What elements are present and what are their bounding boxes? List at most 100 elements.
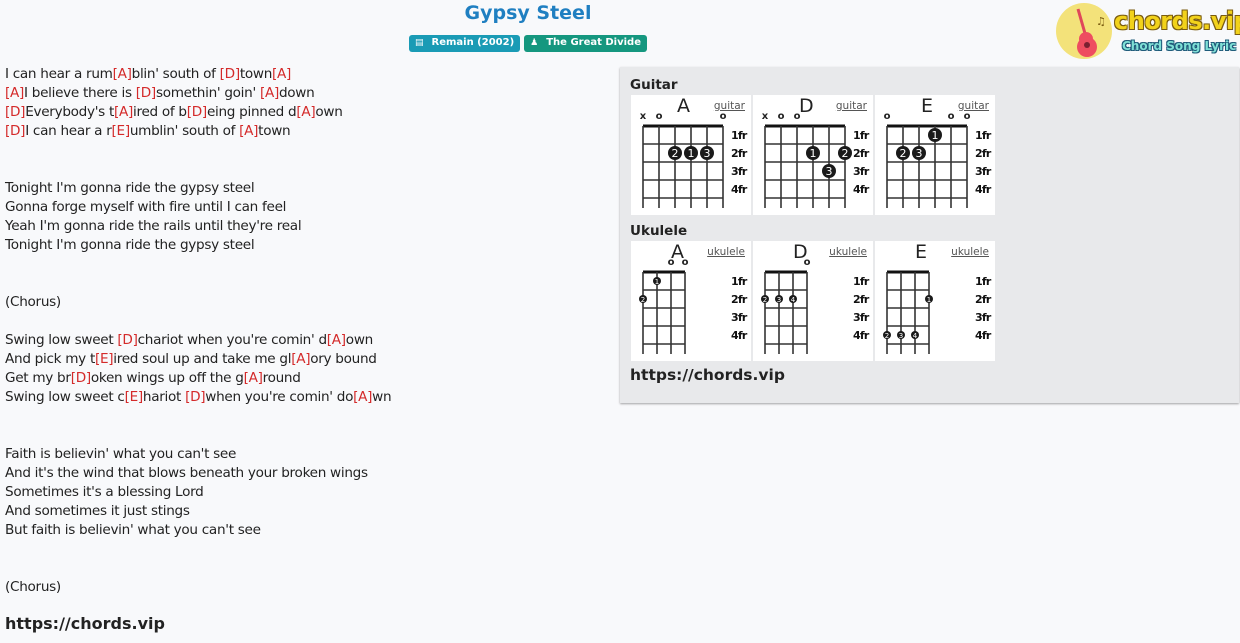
fret-label: 3fr <box>853 165 870 178</box>
footer-url[interactable]: https://chords.vip <box>5 614 165 633</box>
lyric-text: And pick my t <box>5 351 95 367</box>
fret-label: 3fr <box>853 311 870 324</box>
chord-marker[interactable]: [A] <box>291 351 310 367</box>
ukulele-chord-card-D[interactable]: Dukulele o 1fr 2fr 3fr 4fr 2 3 4 <box>753 241 873 361</box>
book-icon: ▤ <box>414 38 424 48</box>
chord-diagram: o o 1fr 2fr 3fr 4fr 1 2 <box>639 257 749 354</box>
song-title: Gypsy Steel <box>464 2 592 24</box>
album-badge[interactable]: ▤ Remain (2002) <box>408 35 521 52</box>
chord-marker[interactable]: [A] <box>327 332 346 348</box>
lyric-line: Sometimes it's a blessing Lord <box>5 483 605 502</box>
lyric-line: (Chorus) <box>5 293 605 312</box>
nut <box>887 124 967 128</box>
lyric-line: Yeah I'm gonna ride the rails until they… <box>5 217 605 236</box>
lyric-line <box>5 160 605 179</box>
lyric-text: But faith is believin' what you can't se… <box>5 522 261 538</box>
chord-marker[interactable]: [A] <box>260 85 279 101</box>
ukulele-chord-card-E[interactable]: Eukulele 1fr 2fr 3fr 4fr 1 2 3 4 <box>875 241 995 361</box>
lyric-line <box>5 141 605 160</box>
chord-marker[interactable]: [A] <box>244 370 263 386</box>
lyric-line: Faith is believin' what you can't see <box>5 445 605 464</box>
fret-label: 1fr <box>853 275 870 288</box>
song-badges: ▤ Remain (2002) ♟ The Great Divide <box>0 35 1056 52</box>
lyric-text: Tonight I'm gonna ride the gypsy steel <box>5 237 255 253</box>
lyric-text: ory bound <box>310 351 377 367</box>
user-icon: ♟ <box>530 38 539 48</box>
site-logo[interactable]: ♫ chords.vip Chord Song Lyric <box>1054 3 1240 61</box>
fret-label: 1fr <box>731 129 748 142</box>
guitar-chord-card-D[interactable]: Dguitar x o o 1fr 2fr 3fr 4fr 1 2 3 <box>753 95 873 215</box>
fret-label: 1fr <box>731 275 748 288</box>
chord-marker[interactable]: [A] <box>296 104 315 120</box>
lyric-line: Tonight I'm gonna ride the gypsy steel <box>5 236 605 255</box>
panel-url[interactable]: https://chords.vip <box>630 366 785 384</box>
guitar-heading: Guitar <box>630 77 678 93</box>
lyric-text: chariot when you're comin' d <box>137 332 327 348</box>
fret-label: 4fr <box>853 183 870 196</box>
open-string-marker: o <box>668 257 675 268</box>
guitar-icon: ♫ <box>1076 8 1106 57</box>
chord-marker[interactable]: [A] <box>353 389 372 405</box>
lyric-text: And sometimes it just stings <box>5 503 190 519</box>
guitar-chord-card-E[interactable]: Eguitar o o o 1fr 2fr 3fr 4fr 1 2 3 <box>875 95 995 215</box>
chord-marker[interactable]: [D] <box>117 332 137 348</box>
open-string-marker: o <box>948 111 955 122</box>
lyric-text: when you're comin' do <box>205 389 354 405</box>
lyric-line: And pick my t[E]ired soul up and take me… <box>5 350 605 369</box>
lyric-text: I believe there is <box>24 85 136 101</box>
chord-marker[interactable]: [D] <box>136 85 156 101</box>
ukulele-chord-card-A[interactable]: Aukulele o o 1fr 2fr 3fr 4fr 1 2 <box>631 241 751 361</box>
chord-marker[interactable]: [E] <box>112 123 131 139</box>
chord-marker[interactable]: [A] <box>272 66 291 82</box>
lyric-text: Get my br <box>5 370 71 386</box>
lyric-text: (Chorus) <box>5 294 61 310</box>
chord-marker[interactable]: [D] <box>187 104 207 120</box>
lyric-line: Get my br[D]oken wings up off the g[A]ro… <box>5 369 605 388</box>
artist-badge[interactable]: ♟ The Great Divide <box>524 35 647 52</box>
nut <box>765 124 845 128</box>
lyric-text: wn <box>372 389 392 405</box>
chord-diagram: o 1fr 2fr 3fr 4fr 2 3 4 <box>761 257 871 354</box>
chord-marker[interactable]: [A] <box>113 66 132 82</box>
chord-marker[interactable]: [E] <box>95 351 114 367</box>
lyric-line <box>5 312 605 331</box>
fret-label: 2fr <box>853 293 870 306</box>
lyric-line <box>5 559 605 578</box>
fret-label: 3fr <box>975 311 992 324</box>
fret-label: 1fr <box>853 129 870 142</box>
chord-marker[interactable]: [D] <box>71 370 91 386</box>
lyric-line: Swing low sweet c[E]hariot [D]when you'r… <box>5 388 605 407</box>
lyric-text: Swing low sweet <box>5 332 118 348</box>
chord-diagram-panel: Guitar Aguitar x o o 1fr 2fr 3fr 4fr 2 1 3 Dguitar x… <box>620 67 1239 403</box>
chord-marker[interactable]: [A] <box>5 85 24 101</box>
chord-marker[interactable]: [D] <box>5 104 25 120</box>
album-label: Remain (2002) <box>431 37 515 48</box>
chord-diagram: 1fr 2fr 3fr 4fr 1 2 3 4 <box>883 270 993 354</box>
muted-string-marker: x <box>640 111 647 122</box>
lyric-text: I can hear a r <box>25 123 112 139</box>
chord-marker[interactable]: [D] <box>185 389 205 405</box>
lyric-line: [D]I can hear a r[E]umblin' south of [A]… <box>5 122 605 141</box>
lyric-text: Everybody's t <box>25 104 115 120</box>
guitar-chord-card-A[interactable]: Aguitar x o o 1fr 2fr 3fr 4fr 2 1 3 <box>631 95 751 215</box>
lyric-line: Tonight I'm gonna ride the gypsy steel <box>5 179 605 198</box>
chord-marker[interactable]: [E] <box>125 389 144 405</box>
logo-subtitle: Chord Song Lyric <box>1122 39 1237 53</box>
chord-marker[interactable]: [A] <box>114 104 133 120</box>
finger-number: 2 <box>842 147 849 160</box>
chord-marker[interactable]: [D] <box>220 66 240 82</box>
fret-label: 4fr <box>975 329 992 342</box>
finger-number: 2 <box>763 296 767 304</box>
chord-marker[interactable]: [D] <box>5 123 25 139</box>
chord-marker[interactable]: [A] <box>239 123 258 139</box>
lyric-text: eing pinned d <box>206 104 297 120</box>
open-string-marker: o <box>778 111 785 122</box>
lyric-text: ired soul up and take me gl <box>113 351 292 367</box>
chord-diagram: o o o1fr2fr3fr4fr12 3 <box>884 111 993 208</box>
finger-number: 2 <box>641 296 645 304</box>
lyric-text: ired of b <box>133 104 187 120</box>
lyric-text: town <box>258 123 291 139</box>
finger-number: 2 <box>672 147 679 160</box>
lyric-text: Faith is believin' what you can't see <box>5 446 237 462</box>
lyric-text: umblin' south of <box>129 123 240 139</box>
